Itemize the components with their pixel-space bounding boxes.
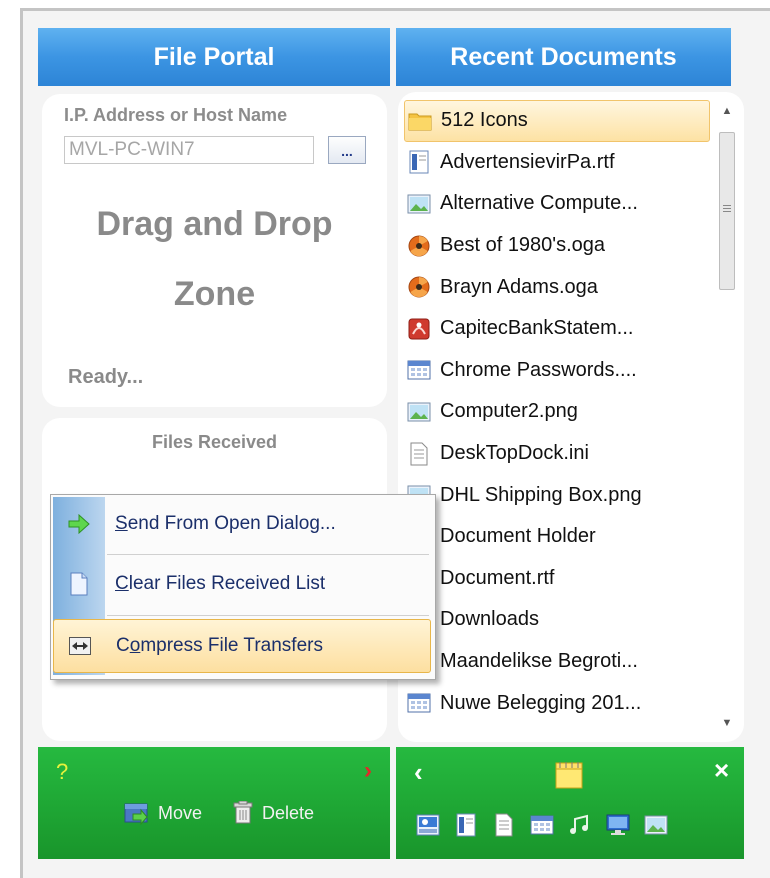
- menu-item-clear-files-received[interactable]: Clear Files Received List: [53, 557, 431, 611]
- recent-document-item[interactable]: Document.rtf: [404, 558, 710, 600]
- menu-separator: [107, 615, 429, 616]
- recent-document-label: Computer2.png: [440, 400, 578, 423]
- notepad-icon[interactable]: [554, 761, 584, 789]
- rtf-doc-icon: [407, 150, 431, 174]
- folder-icon: [408, 109, 432, 133]
- browse-button[interactable]: ...: [328, 136, 366, 164]
- recent-document-label: Document Holder: [440, 525, 596, 548]
- compress-icon: [69, 637, 91, 655]
- files-received-title: Files Received: [151, 432, 278, 452]
- drop-zone-panel[interactable]: I.P. Address or Host Name ... Drag and D…: [42, 94, 387, 407]
- document-icon: [70, 572, 88, 596]
- recent-documents-list: 512 Icons AdvertensievirPa.rtf Alternative…: [404, 100, 710, 740]
- move-icon: [124, 803, 148, 825]
- media-file-icon: [407, 234, 431, 258]
- recent-document-item[interactable]: 512 Icons: [404, 100, 710, 142]
- recent-documents-panel: 512 Icons AdvertensievirPa.rtf Alternative…: [398, 92, 744, 742]
- recent-document-label: Alternative Compute...: [440, 192, 638, 215]
- recent-document-label: AdvertensievirPa.rtf: [440, 150, 615, 173]
- drop-zone-title-line2: Zone: [173, 275, 256, 313]
- recent-document-label: Chrome Passwords....: [440, 358, 637, 381]
- filter-spreadsheet-file-icon[interactable]: [530, 813, 556, 839]
- menu-item-send-from-open-dialog[interactable]: Send From Open Dialog...: [53, 497, 431, 551]
- media-file-icon: [407, 275, 431, 299]
- file-portal-header: File Portal: [38, 28, 390, 86]
- recent-document-label: Brayn Adams.oga: [440, 275, 598, 298]
- context-menu: Send From Open Dialog... Clear Files Rec…: [50, 494, 436, 680]
- recent-document-item[interactable]: Alternative Compute...: [404, 183, 710, 225]
- close-icon[interactable]: ×: [714, 755, 729, 786]
- menu-label-compress: Compress File Transfers: [116, 635, 323, 656]
- next-icon[interactable]: ›: [364, 757, 372, 785]
- recent-document-label: Maandelikse Begroti...: [440, 650, 638, 673]
- recent-document-label: Document.rtf: [440, 566, 555, 589]
- recent-document-item[interactable]: Chrome Passwords....: [404, 350, 710, 392]
- image-file-icon: [407, 192, 431, 216]
- scroll-up-icon[interactable]: ▲: [716, 100, 738, 122]
- recent-document-item[interactable]: Best of 1980's.oga: [404, 225, 710, 267]
- help-icon[interactable]: ?: [56, 759, 68, 785]
- filter-music-file-icon[interactable]: [568, 813, 594, 839]
- text-file-icon: [407, 442, 431, 466]
- recent-document-item[interactable]: Downloads: [404, 599, 710, 641]
- recent-document-item[interactable]: Document Holder: [404, 516, 710, 558]
- menu-separator: [107, 554, 429, 555]
- recent-document-label: Best of 1980's.oga: [440, 234, 606, 257]
- delete-button[interactable]: Delete: [232, 801, 314, 825]
- menu-label-send: Send From Open Dialog...: [115, 513, 336, 534]
- image-file-icon: [407, 400, 431, 424]
- filter-monitor-icon[interactable]: [606, 813, 632, 839]
- file-portal-title: File Portal: [153, 42, 275, 71]
- recent-document-item[interactable]: DHL Shipping Box.png: [404, 474, 710, 516]
- recent-document-label: 512 Icons: [441, 109, 528, 132]
- bottom-right-toolbar: ‹ ×: [396, 747, 744, 859]
- move-button[interactable]: Move: [124, 801, 202, 825]
- green-arrow-icon: [68, 514, 90, 534]
- recent-document-label: DeskTopDock.ini: [440, 442, 589, 465]
- menu-item-compress-file-transfers[interactable]: Compress File Transfers: [53, 619, 431, 673]
- scrollbar-thumb[interactable]: [719, 132, 735, 290]
- recent-documents-header: Recent Documents: [396, 28, 731, 86]
- trash-icon: [233, 801, 253, 824]
- back-icon[interactable]: ‹: [414, 757, 423, 788]
- recent-document-item[interactable]: Maandelikse Begroti...: [404, 641, 710, 683]
- recent-document-item[interactable]: AdvertensievirPa.rtf: [404, 142, 710, 184]
- bottom-left-toolbar: ? › Move Delete: [38, 747, 390, 859]
- filter-drive-icon[interactable]: [416, 813, 442, 839]
- status-text: Ready...: [68, 366, 144, 388]
- recent-document-label: Nuwe Belegging 201...: [440, 691, 642, 714]
- filter-icon-row: [416, 813, 670, 839]
- spreadsheet-file-icon: [407, 691, 431, 715]
- recent-documents-scrollbar[interactable]: ▲ ▼: [716, 100, 738, 736]
- delete-label: Delete: [262, 802, 315, 823]
- filter-image-file-icon[interactable]: [644, 813, 670, 839]
- pdf-file-icon: [407, 317, 431, 341]
- recent-document-item[interactable]: Nuwe Belegging 201...: [404, 682, 710, 724]
- scroll-down-icon[interactable]: ▼: [716, 712, 738, 734]
- recent-document-label: Downloads: [440, 608, 539, 631]
- filter-text-file-icon[interactable]: [492, 813, 518, 839]
- recent-document-item[interactable]: Brayn Adams.oga: [404, 266, 710, 308]
- recent-document-item[interactable]: DeskTopDock.ini: [404, 433, 710, 475]
- filter-rtf-doc-icon[interactable]: [454, 813, 480, 839]
- menu-label-clear: Clear Files Received List: [115, 573, 326, 594]
- recent-document-item[interactable]: Computer2.png: [404, 391, 710, 433]
- recent-documents-title: Recent Documents: [450, 42, 677, 71]
- spreadsheet-file-icon: [407, 358, 431, 382]
- host-label: I.P. Address or Host Name: [64, 105, 288, 125]
- move-label: Move: [158, 802, 203, 823]
- host-input[interactable]: [64, 136, 314, 164]
- recent-document-label: DHL Shipping Box.png: [440, 483, 642, 506]
- recent-document-item[interactable]: CapitecBankStatem...: [404, 308, 710, 350]
- recent-document-label: CapitecBankStatem...: [440, 317, 634, 340]
- drop-zone-title-line1: Drag and Drop: [96, 205, 333, 243]
